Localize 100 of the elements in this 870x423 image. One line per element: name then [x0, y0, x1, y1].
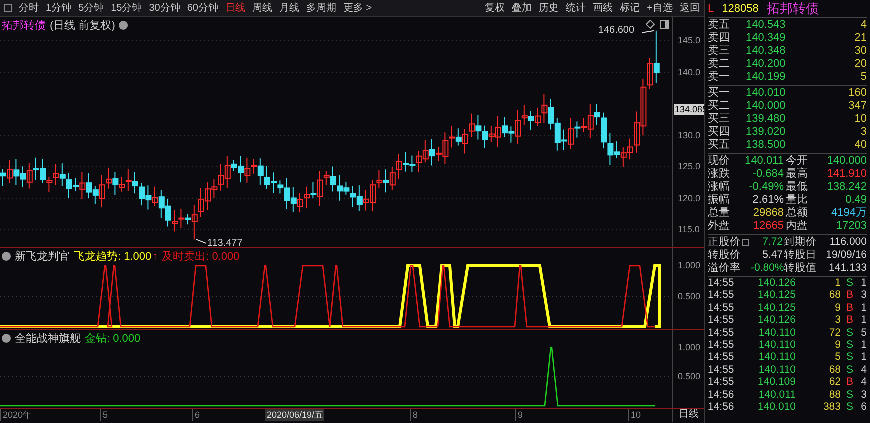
order-price: 139.480 [746, 113, 787, 126]
order-level: 卖二 [708, 58, 731, 71]
period-tab[interactable]: 1分钟 [46, 1, 72, 15]
chart-title: 拓邦转债 [2, 19, 46, 33]
trade-count: 1 [860, 351, 867, 364]
trade-time: 14:55 [708, 376, 736, 389]
trade-side: S [845, 339, 854, 352]
field-value: 29868 [752, 207, 784, 220]
indicator-value: 及时卖出: 0.000 [162, 250, 240, 264]
date-label: 5 [100, 409, 108, 421]
toolbar-button[interactable]: 返回 [680, 1, 700, 15]
period-tab[interactable]: 多周期 [306, 1, 336, 15]
field-value: -0.684 [752, 168, 784, 181]
trade-count: 4 [860, 376, 867, 389]
date-label: 2020年 [0, 409, 32, 421]
trade-volume: 62 [828, 376, 841, 389]
field-value: 4194万 [830, 207, 867, 220]
field-value: 0.49 [844, 194, 867, 207]
order-price: 140.543 [746, 19, 787, 32]
field-label: 最高 [786, 168, 809, 181]
trade-count: 1 [860, 314, 867, 327]
trade-volume: 9 [834, 302, 841, 314]
diamond-icon[interactable] [646, 20, 655, 29]
period-tab[interactable]: 更多 > [344, 1, 372, 15]
trade-time: 14:55 [708, 339, 736, 352]
date-label: 10 [628, 409, 642, 421]
field-value: 138.242 [826, 181, 867, 194]
trade-time: 14:56 [708, 401, 736, 414]
period-tab[interactable]: 5分钟 [78, 1, 104, 15]
field-value: 17203 [835, 220, 867, 233]
field-label: 现价 [708, 155, 731, 168]
trade-side: S [845, 401, 854, 414]
order-level: 卖四 [708, 32, 731, 45]
order-price: 140.010 [746, 87, 787, 100]
sidebar-toggle-icon[interactable] [4, 4, 12, 12]
order-level: 买二 [708, 100, 731, 113]
trade-count: 1 [860, 302, 867, 314]
panel-toggle-icon[interactable] [660, 20, 669, 29]
collapse-icon[interactable] [2, 334, 11, 343]
field-label: 今开 [786, 155, 809, 168]
trade-side: S [845, 277, 854, 290]
market-label: L [708, 2, 714, 14]
toolbar-button[interactable]: 复权 [485, 1, 506, 15]
field-value: -0.49% [748, 181, 784, 194]
field-value: 141.133 [828, 262, 867, 275]
axis-label: 130.0 [678, 130, 701, 141]
date-label: 6 [192, 409, 200, 421]
expand-icon[interactable] [119, 21, 128, 30]
toolbar-button[interactable]: 画线 [593, 1, 614, 15]
period-tab[interactable]: 日线 [226, 1, 246, 15]
trade-count: 3 [860, 289, 867, 302]
field-label: 外盘 [708, 220, 731, 233]
field-label: 内盘 [786, 220, 809, 233]
trade-time: 14:55 [708, 302, 736, 314]
trade-time: 14:55 [708, 289, 736, 302]
trade-count: 1 [860, 339, 867, 352]
period-tab[interactable]: 60分钟 [187, 1, 218, 15]
trade-volume: 72 [828, 326, 841, 340]
indicator-value: 金钻: 0.000 [85, 332, 141, 346]
trade-price: 140.010 [757, 401, 796, 414]
field-label: 转股值 [784, 262, 817, 275]
trade-side: S [845, 388, 854, 402]
period-tab[interactable]: 15分钟 [111, 1, 142, 15]
trade-time: 14:55 [708, 351, 736, 364]
axis-label: 145.0 [678, 36, 701, 46]
date-label: 9 [515, 409, 524, 421]
period-tab[interactable]: 30分钟 [149, 1, 180, 15]
trade-volume: 68 [828, 289, 841, 302]
toolbar-button[interactable]: 统计 [566, 1, 586, 15]
trade-count: 3 [860, 388, 867, 402]
field-value: 7.72 [762, 236, 783, 249]
high-price-label: 146.600 [598, 24, 635, 36]
security-name: 拓邦转债 [766, 0, 819, 18]
axis-label: 125.0 [678, 162, 701, 172]
order-volume: 160 [848, 87, 867, 100]
period-tab[interactable]: 月线 [280, 1, 300, 15]
order-volume: 30 [854, 45, 867, 58]
field-value: 2.61% [752, 194, 784, 207]
order-volume: 3 [860, 126, 867, 139]
axis-label: 1.000 [678, 342, 701, 354]
trade-side: B [845, 376, 854, 389]
chart-icon[interactable] [742, 239, 749, 246]
collapse-icon[interactable] [2, 252, 11, 261]
field-value: 140.000 [826, 155, 867, 168]
field-value: 19/09/16 [825, 249, 867, 262]
order-volume: 40 [854, 139, 867, 152]
trade-price: 140.125 [757, 302, 796, 314]
field-value: -0.80% [751, 262, 783, 275]
period-tab[interactable]: 周线 [252, 1, 272, 15]
field-label: 转股价 [708, 249, 741, 262]
toolbar-button[interactable]: 标记 [620, 1, 640, 15]
period-label: 日线 [672, 409, 704, 422]
order-level: 买五 [708, 139, 731, 152]
toolbar-button[interactable]: 叠加 [512, 1, 532, 15]
toolbar-button[interactable]: +自选 [647, 1, 673, 15]
period-tab[interactable]: 分时 [19, 1, 39, 15]
toolbar-button[interactable]: 历史 [539, 1, 560, 15]
leader-line [642, 30, 655, 34]
trade-side: B [845, 314, 854, 327]
order-price: 140.200 [746, 58, 787, 71]
